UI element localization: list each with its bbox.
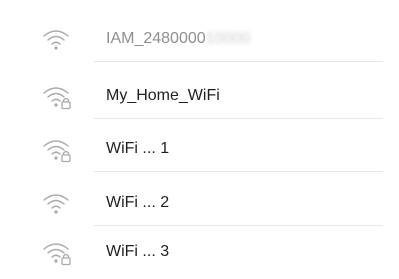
wifi-network-item[interactable]: WiFi ... 1: [0, 126, 399, 172]
wifi-icon: [41, 25, 71, 53]
wifi-lock-icon: [41, 238, 71, 266]
wifi-network-name: IAM_248000010000: [106, 30, 251, 47]
wifi-network-item[interactable]: WiFi ... 2: [0, 180, 399, 226]
wifi-network-name: WiFi ... 1: [106, 140, 170, 157]
divider: [94, 171, 383, 172]
wifi-network-item[interactable]: IAM_248000010000: [0, 16, 399, 62]
divider: [94, 225, 383, 226]
divider: [94, 118, 383, 119]
wifi-network-item[interactable]: My_Home_WiFi: [0, 73, 399, 119]
wifi-network-item[interactable]: WiFi ... 3: [0, 229, 399, 275]
wifi-network-list: IAM_248000010000 My_Home_WiFi WiFi ... 1…: [0, 0, 399, 279]
wifi-lock-icon: [41, 135, 71, 163]
wifi-network-name: My_Home_WiFi: [106, 87, 220, 104]
wifi-lock-icon: [41, 82, 71, 110]
wifi-network-name: WiFi ... 3: [106, 243, 170, 260]
divider: [94, 61, 383, 62]
wifi-icon: [41, 189, 71, 217]
wifi-network-name: WiFi ... 2: [106, 194, 170, 211]
